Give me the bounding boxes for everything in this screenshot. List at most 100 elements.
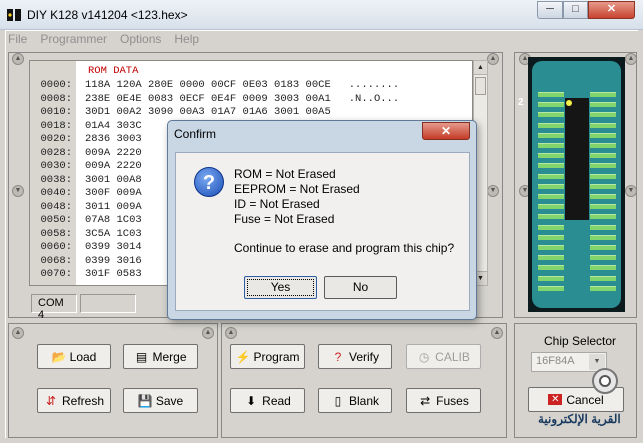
socket-pin [590,275,616,281]
status-cell-empty [80,294,136,313]
splitter-up-icon[interactable]: ▲ [491,327,503,339]
close-button[interactable]: ✕ [588,1,635,19]
hex-bytes: 2836 3003 [85,133,142,145]
socket-pin [590,173,616,179]
socket-pin [538,92,564,97]
program-group [221,323,507,438]
dialog-body: ? ROM = Not Erased EEPROM = Not Erased I… [175,152,470,311]
hex-row: 0040: 300F 009A [30,187,160,200]
hex-address: 0018: [40,119,72,132]
menu-options[interactable]: Options [120,32,161,48]
dialog-question: Continue to erase and program this chip? [234,241,455,255]
pin-label: 2 [518,97,524,108]
scroll-up-icon[interactable]: ▲ [474,61,487,75]
hex-bytes: 009A 2220 [85,160,142,172]
question-icon: ? [194,167,224,197]
rom-status: ROM = Not Erased [234,167,336,181]
socket-pin [538,132,564,138]
hex-row: 0008: 238E 0E4E 0083 0ECF 0E4F 0009 3003 … [30,93,399,106]
hex-bytes: 0399 3016 [85,254,142,267]
splitter-up-icon[interactable]: ▲ [202,327,214,339]
hex-address: 0060: [40,241,72,253]
socket-pin [538,204,564,210]
folder-icon: 📂 [51,349,67,364]
scroll-thumb[interactable] [475,77,486,95]
program-button[interactable]: ⚡ Program [230,344,305,369]
splitter-down-icon[interactable]: ▼ [487,185,499,197]
hex-ascii: .N..O... [348,92,400,105]
port-status: COM 4 [31,294,77,321]
socket-pin [538,234,564,240]
chip-selector-label: Chip Selector [544,334,617,348]
splitter-up-icon[interactable]: ▲ [225,327,237,339]
hex-bytes: 3011 009A [85,200,142,213]
socket-pin [538,112,564,118]
socket-pin [538,265,564,271]
refresh-button[interactable]: ⇵ Refresh [37,388,111,413]
no-button[interactable]: No [324,276,397,299]
socket-pin [590,265,616,271]
hex-row: 0048: 3011 009A [30,201,160,214]
splitter-down-icon[interactable]: ▼ [625,185,637,197]
blank-page-icon: ▯ [334,393,342,408]
splitter-up-icon[interactable]: ▲ [12,327,24,339]
eeprom-status: EEPROM = Not Erased [234,182,360,196]
hex-row: 0018: 01A4 303C [30,120,160,133]
blank-button[interactable]: ▯ Blank [318,388,392,413]
dialog-close-button[interactable]: ✕ [422,122,470,140]
hex-address: 0070: [40,268,72,280]
hex-bytes: 07A8 1C03 [85,214,142,226]
hex-row: 0038: 3001 00A8 [30,174,160,187]
socket-pin [590,204,616,210]
hex-row: 0068: 0399 3016 [30,255,160,268]
save-button[interactable]: 💾 Save [123,388,198,413]
menu-help[interactable]: Help [174,32,199,48]
socket-pin [590,153,616,159]
menu-programmer[interactable]: Programmer [40,32,107,48]
hex-address: 0050: [40,214,72,226]
menu-bar: File Programmer Options Help [8,32,199,48]
merge-button[interactable]: ▤ Merge [123,344,198,369]
verify-icon: ? [334,349,342,364]
splitter-up-icon[interactable]: ▲ [487,53,499,65]
socket-pin [590,122,616,128]
maximize-button[interactable]: □ [563,1,588,19]
splitter-up-icon[interactable]: ▲ [12,53,24,65]
socket-pin [590,245,616,250]
socket-pin [590,234,616,240]
hex-row: 0000: 118A 120A 280E 0000 00CF 0E03 0183 … [30,79,399,92]
hex-row: 0060: 0399 3014 [30,241,160,254]
gear-globe-logo [592,368,618,394]
calib-button[interactable]: ◷ CALIB [406,344,481,369]
splitter-down-icon[interactable]: ▼ [12,185,24,197]
socket-pin [538,173,564,179]
hex-address: 0068: [40,254,72,267]
socket-pin [538,245,564,250]
read-button[interactable]: ⬇ Read [230,388,305,413]
hex-bytes: 118A 120A 280E 0000 00CF 0E03 0183 00CE [85,79,331,91]
window-title: DIY K128 v141204 <123.hex> [27,8,188,22]
id-status: ID = Not Erased [234,197,320,211]
verify-button[interactable]: ? Verify [318,344,392,369]
splitter-up-icon[interactable]: ▲ [625,53,637,65]
program-icon: ⚡ [235,349,251,364]
socket-pin [590,102,616,108]
menu-file[interactable]: File [8,32,27,48]
minimize-button[interactable]: ─ [537,1,563,19]
hex-row: 0050: 07A8 1C03 [30,214,160,227]
chip-body [565,98,589,220]
status-bar: COM 4 [31,294,136,321]
hex-bytes: 009A 2220 [85,146,142,159]
fuses-button[interactable]: ⇄ Fuses [406,388,481,413]
socket-pin [590,194,616,199]
app-icon [7,9,21,21]
yes-button[interactable]: Yes [244,276,317,299]
socket-pin [538,275,564,281]
hex-row: 0020: 2836 3003 [30,133,160,146]
hex-row: 0010: 30D1 00A2 3090 00A3 01A7 01A6 3001 … [30,106,349,119]
hex-address: 0058: [40,227,72,240]
hex-address: 0010: [40,106,72,118]
title-bar: DIY K128 v141204 <123.hex> ─ □ ✕ [0,0,643,30]
load-button[interactable]: 📂 Load [37,344,111,369]
socket-pin [590,224,616,230]
